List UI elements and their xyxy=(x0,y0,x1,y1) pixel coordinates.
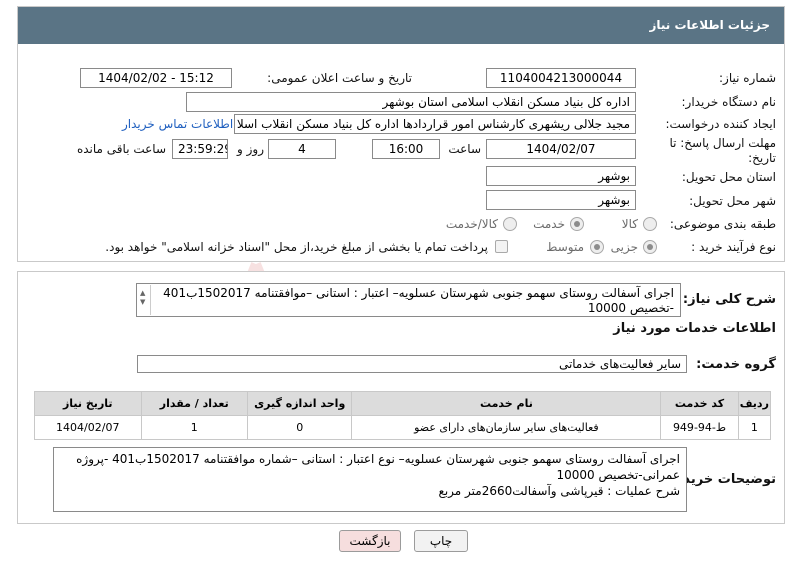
print-button[interactable]: چاپ xyxy=(414,530,468,552)
col-name-header: نام خدمت xyxy=(351,391,662,416)
summary-textarea[interactable]: اجرای آسفالت روستای سهمو جنوبی شهرستان ع… xyxy=(136,283,681,317)
category-radio-service[interactable] xyxy=(570,217,584,231)
days-label: روز و xyxy=(237,142,264,156)
announce-datetime-field: 1404/02/02 - 15:12 xyxy=(80,68,232,88)
summary-scrollbar[interactable]: ▲ ▼ xyxy=(138,285,151,315)
summary-line-2: -تخصیص 10000 xyxy=(587,301,674,315)
category-option-goods-service: کالا/خدمت xyxy=(445,217,498,231)
cell-code: ط-94-949 xyxy=(660,415,739,440)
table-header-row: ردیف کد خدمت نام خدمت واحد اندازه گیری ت… xyxy=(34,391,772,416)
service-group-label: گروه خدمت: xyxy=(696,357,776,372)
service-group-field: سایر فعالیت‌های خدماتی xyxy=(137,355,687,373)
process-label: نوع فرآیند خرید : xyxy=(691,240,776,254)
process-option-medium: متوسط xyxy=(546,240,584,254)
category-label: طبقه بندی موضوعی: xyxy=(669,217,776,231)
deadline-time-field: 16:00 xyxy=(372,139,440,159)
col-date-header: تاریخ نیاز xyxy=(34,391,142,416)
table-row: 1 ط-94-949 فعالیت‌های سایر سازمان‌های دا… xyxy=(34,415,772,440)
col-row-header: ردیف xyxy=(737,391,772,416)
col-unit-header: واحد اندازه گیری xyxy=(246,391,353,416)
cell-name: فعالیت‌های سایر سازمان‌های دارای عضو xyxy=(351,415,662,440)
category-option-goods: کالا xyxy=(621,217,638,231)
process-radio-minor[interactable] xyxy=(643,240,657,254)
creator-label: ایجاد کننده درخواست: xyxy=(665,117,776,131)
cell-qty: 1 xyxy=(140,415,249,440)
announce-label: تاریخ و ساعت اعلان عمومی: xyxy=(267,71,412,85)
deadline-label: مهلت ارسال پاسخ: تا xyxy=(669,136,776,150)
services-section-title: اطلاعات خدمات مورد نیاز xyxy=(613,321,776,336)
services-table: ردیف کد خدمت نام خدمت واحد اندازه گیری ت… xyxy=(34,391,772,440)
buyer-org-label: نام دستگاه خریدار: xyxy=(681,95,777,109)
need-number-field: 1104004213000044 xyxy=(486,68,636,88)
col-code-header: کد خدمت xyxy=(660,391,739,416)
payment-note: پرداخت تمام یا بخشی از مبلغ خرید،از محل … xyxy=(105,240,488,254)
buyer-notes-line-1: اجرای آسفالت روستای سهمو جنوبی شهرستان ع… xyxy=(76,452,680,466)
remaining-label: ساعت باقی مانده xyxy=(76,142,166,156)
cell-unit: 0 xyxy=(246,415,353,440)
city-field: بوشهر xyxy=(486,190,636,210)
back-button[interactable]: بازگشت xyxy=(339,530,401,552)
city-label: شهر محل تحویل: xyxy=(689,194,776,208)
buyer-org-field: اداره کل بنیاد مسکن انقلاب اسلامی استان … xyxy=(186,92,636,112)
buyer-notes-line-2: عمرانی-تخصیص 10000 xyxy=(556,468,680,482)
summary-line-1: اجرای آسفالت روستای سهمو جنوبی شهرستان ع… xyxy=(163,286,674,300)
summary-label: شرح کلی نیاز: xyxy=(682,292,776,307)
category-radio-goods[interactable] xyxy=(643,217,657,231)
category-radio-goods-service[interactable] xyxy=(503,217,517,231)
deadline-label-date: تاریخ: xyxy=(748,151,776,165)
buyer-notes-textarea[interactable]: اجرای آسفالت روستای سهمو جنوبی شهرستان ع… xyxy=(53,447,687,512)
cell-row: 1 xyxy=(737,415,772,440)
buyer-notes-label: توضیحات خریدار: xyxy=(666,472,776,487)
province-field: بوشهر xyxy=(486,166,636,186)
buyer-notes-line-3: شرح عملیات : قیرپاشی وآسفالت2660متر مربع xyxy=(438,484,680,498)
deadline-time-label: ساعت xyxy=(448,142,481,156)
creator-field: مجید جلالی ریشهری کارشناس امور قراردادها… xyxy=(234,114,636,134)
need-number-label: شماره نیاز: xyxy=(719,71,776,85)
days-field: 4 xyxy=(268,139,336,159)
category-option-service: خدمت xyxy=(533,217,565,231)
buyer-contact-link[interactable]: اطلاعات تماس خریدار xyxy=(122,117,233,131)
panel-title: جزئیات اطلاعات نیاز xyxy=(18,7,784,44)
cell-date: 1404/02/07 xyxy=(34,415,142,440)
province-label: استان محل تحویل: xyxy=(681,170,776,184)
remaining-time-field: 23:59:29 xyxy=(172,139,228,159)
col-qty-header: تعداد / مقدار xyxy=(140,391,249,416)
deadline-date-field: 1404/02/07 xyxy=(486,139,636,159)
process-radio-medium[interactable] xyxy=(590,240,604,254)
treasury-payment-checkbox[interactable] xyxy=(495,240,508,253)
